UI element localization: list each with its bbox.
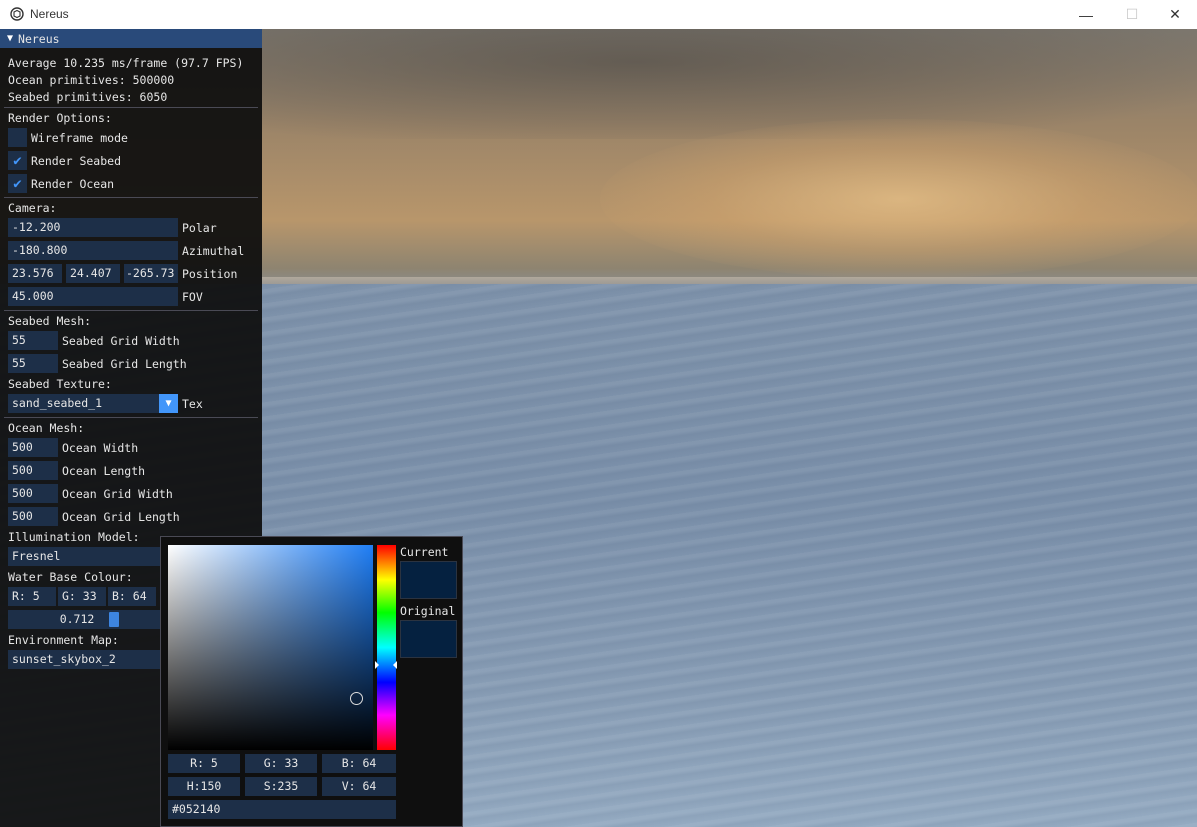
ocean-grid-length-input[interactable]: 500 [8,507,58,526]
fov-label: FOV [182,290,203,304]
panel-title: Nereus [18,31,60,46]
seabed-grid-length-input[interactable]: 55 [8,354,58,373]
seabed-grid-width-input[interactable]: 55 [8,331,58,350]
fov-input[interactable]: 45.000 [8,287,178,306]
separator [4,417,258,418]
close-icon: ✕ [1169,6,1181,22]
check-icon: ✔ [13,175,22,192]
position-z-input[interactable]: -265.73 [124,264,178,283]
color-picker-popup: Current Original R: 5 G: 33 B: 64 H:150 … [160,536,463,827]
position-y-input[interactable]: 24.407 [66,264,120,283]
picker-r-input[interactable]: R: 5 [168,754,240,773]
hue-arrow-left-icon[interactable] [375,660,379,669]
water-slider[interactable]: 0.712 [8,610,160,629]
seabed-grid-width-label: Seabed Grid Width [62,334,180,348]
seabed-mesh-heading: Seabed Mesh: [8,314,92,328]
render-ocean-checkbox[interactable]: ✔ [8,174,27,193]
illumination-combo[interactable]: Fresnel [8,547,160,566]
ocean-grid-width-input[interactable]: 500 [8,484,58,503]
close-button[interactable]: ✕ [1152,0,1197,29]
render-ocean-label[interactable]: Render Ocean [31,176,114,192]
hue-arrow-right-icon[interactable] [393,660,397,669]
picker-b-input[interactable]: B: 64 [322,754,396,773]
maximize-button[interactable]: ☐ [1109,0,1155,29]
polar-input[interactable]: -12.200 [8,218,178,237]
water-r-input[interactable]: R: 5 [8,587,56,606]
illumination-heading: Illumination Model: [8,530,140,544]
render-seabed-label[interactable]: Render Seabed [31,153,121,169]
wireframe-checkbox[interactable] [8,128,27,147]
check-icon: ✔ [13,152,22,169]
wireframe-label[interactable]: Wireframe mode [31,130,128,146]
picker-h-input[interactable]: H:150 [168,777,240,796]
slider-grab[interactable] [109,612,120,627]
position-x-input[interactable]: 23.576 [8,264,62,283]
minimize-button[interactable]: — [1063,0,1109,29]
water-g-input[interactable]: G: 33 [58,587,106,606]
render-seabed-checkbox[interactable]: ✔ [8,151,27,170]
ocean-grid-length-label: Ocean Grid Length [62,510,180,524]
collapse-arrow-icon[interactable]: ▼ [7,33,13,44]
ocean-width-input[interactable]: 500 [8,438,58,457]
separator [4,107,258,108]
current-label: Current [400,545,449,559]
ocean-mesh-heading: Ocean Mesh: [8,421,85,435]
picker-g-input[interactable]: G: 33 [245,754,317,773]
seabed-texture-combo[interactable]: sand_seabed_1 [8,394,159,413]
app-icon [10,7,24,21]
panel-header[interactable]: ▼ Nereus [0,29,262,48]
original-color-swatch[interactable] [400,620,457,658]
maximize-icon: ☐ [1125,6,1139,22]
separator [4,310,258,311]
seabed-grid-length-label: Seabed Grid Length [62,357,187,371]
ocean-primitives-text: Ocean primitives: 500000 [8,73,175,87]
picker-v-input[interactable]: V: 64 [322,777,396,796]
picker-hex-input[interactable]: #052140 [168,800,396,819]
separator [4,197,258,198]
sky-clouds [260,29,1197,139]
ocean-width-label: Ocean Width [62,441,139,455]
seabed-texture-label: Tex [182,397,203,411]
saturation-value-square[interactable] [168,545,373,750]
sunset-glow [600,119,1197,279]
seabed-texture-heading: Seabed Texture: [8,377,112,391]
position-label: Position [182,267,238,281]
seabed-primitives-text: Seabed primitives: 6050 [8,90,168,104]
current-color-swatch [400,561,457,599]
ocean-grid-width-label: Ocean Grid Width [62,487,173,501]
azimuthal-input[interactable]: -180.800 [8,241,178,260]
hue-bar[interactable] [377,545,396,750]
polar-label: Polar [182,221,217,235]
window-title: Nereus [30,7,69,21]
environment-map-combo[interactable]: sunset_skybox_2 [8,650,160,669]
render-options-heading: Render Options: [8,111,112,125]
picker-s-input[interactable]: S:235 [245,777,317,796]
environment-map-heading: Environment Map: [8,633,119,647]
combo-arrow-icon[interactable]: ▼ [159,394,178,413]
ocean-length-label: Ocean Length [62,464,146,478]
ocean-length-input[interactable]: 500 [8,461,58,480]
azimuthal-label: Azimuthal [182,244,245,258]
window-title-bar: Nereus — ☐ ✕ [0,0,1197,29]
camera-heading: Camera: [8,201,57,215]
water-b-input[interactable]: B: 64 [108,587,156,606]
original-label: Original [400,604,456,618]
frame-time-text: Average 10.235 ms/frame (97.7 FPS) [8,56,244,70]
water-colour-heading: Water Base Colour: [8,570,133,584]
water-slider-value: 0.712 [59,612,95,626]
minimize-icon: — [1079,6,1093,23]
